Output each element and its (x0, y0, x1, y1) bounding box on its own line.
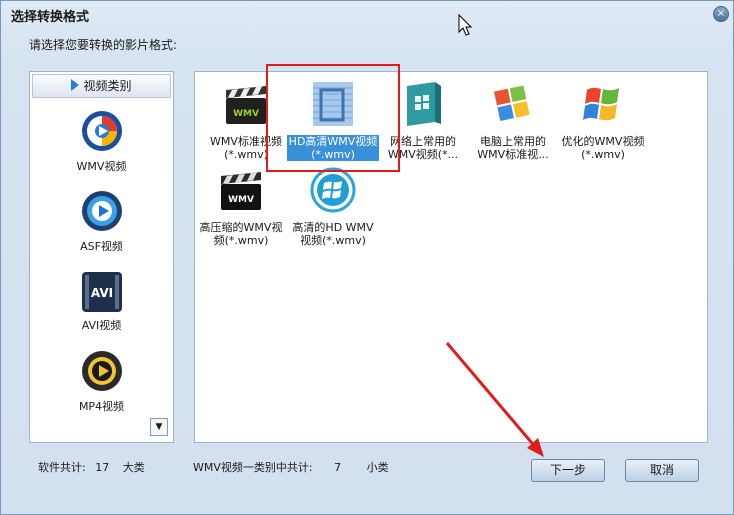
play-triangle-icon (71, 79, 80, 91)
sidebar-item-label: WMV视频 (76, 160, 127, 173)
category-sidebar: 视频类别 WMV视频 ASF视频 AVI AVI视频 MP4视频 ▼ (29, 71, 174, 443)
sidebar-item-label: MP4视频 (78, 400, 125, 413)
wmv-disc-icon (81, 111, 122, 151)
format-caption-line2: (*.wmv) (581, 148, 625, 161)
clapperboard-icon: WMV (226, 86, 266, 124)
windows-logo-icon (494, 85, 530, 122)
highlight-box (266, 64, 400, 172)
next-button[interactable]: 下一步 (531, 459, 605, 482)
format-item-compressed-wmv[interactable]: WMV 高压缩的WMV视 频(*.wmv) (195, 166, 287, 247)
scroll-down-button[interactable]: ▼ (150, 418, 168, 436)
dialog-title: 选择转换格式 (11, 10, 90, 25)
category-header[interactable]: 视频类别 (32, 74, 171, 98)
windows-circle-icon (310, 167, 356, 213)
format-caption-line2: 频(*.wmv) (213, 234, 269, 247)
format-caption-line1: 电脑上常用的 (480, 135, 546, 148)
asf-disc-icon (81, 191, 122, 231)
mouse-cursor-icon (458, 13, 473, 36)
mp4-disc-icon (81, 351, 122, 391)
sidebar-item-wmv[interactable]: WMV视频 (30, 110, 173, 174)
sidebar-item-label: AVI视频 (81, 319, 122, 332)
category-total-label: WMV视频一类别中共计: (193, 461, 313, 474)
format-item-optimized-wmv[interactable]: 优化的WMV视频 (*.wmv) (557, 80, 649, 161)
close-icon[interactable]: × (713, 6, 729, 22)
software-total: 软件共计: 17 大类 (38, 459, 145, 475)
clapperboard-dark-icon: WMV (221, 172, 261, 210)
format-caption-line2: WMV标准视... (477, 148, 549, 161)
category-total-count: 7 (334, 461, 342, 474)
format-caption-line2: 视频(*.wmv) (300, 234, 366, 247)
sidebar-item-label: ASF视频 (80, 240, 123, 253)
windows-flag-icon (583, 87, 619, 121)
svg-text:WMV: WMV (228, 195, 254, 205)
svg-text:AVI: AVI (90, 286, 112, 300)
sidebar-item-asf[interactable]: ASF视频 (30, 190, 173, 254)
cancel-button[interactable]: 取消 (625, 459, 699, 482)
software-total-unit: 大类 (122, 461, 145, 474)
convert-format-dialog: 选择转换格式 × 请选择您要转换的影片格式: 视频类别 WMV视频 ASF视频 … (0, 0, 734, 515)
software-total-count: 17 (95, 461, 110, 474)
svg-text:WMV: WMV (233, 109, 259, 119)
format-item-pc-wmv[interactable]: 电脑上常用的 WMV标准视... (467, 80, 559, 161)
sidebar-item-avi[interactable]: AVI AVI视频 (30, 270, 173, 333)
software-total-label: 软件共计: (38, 461, 86, 474)
category-total-unit: 小类 (366, 461, 389, 474)
format-caption-line1: 高清的HD WMV (292, 221, 374, 234)
format-caption-line1: 高压缩的WMV视 (199, 221, 283, 234)
sidebar-item-mp4[interactable]: MP4视频 (30, 350, 173, 414)
avi-icon: AVI (81, 272, 122, 312)
format-caption-line1: 优化的WMV视频 (561, 135, 645, 148)
category-header-label: 视频类别 (83, 79, 132, 93)
category-total: WMV视频一类别中共计: 7 小类 (193, 459, 389, 475)
format-prompt: 请选择您要转换的影片格式: (29, 38, 178, 52)
windows-box-icon (407, 82, 441, 126)
format-item-hd-hd-wmv[interactable]: 高清的HD WMV 视频(*.wmv) (287, 166, 379, 247)
